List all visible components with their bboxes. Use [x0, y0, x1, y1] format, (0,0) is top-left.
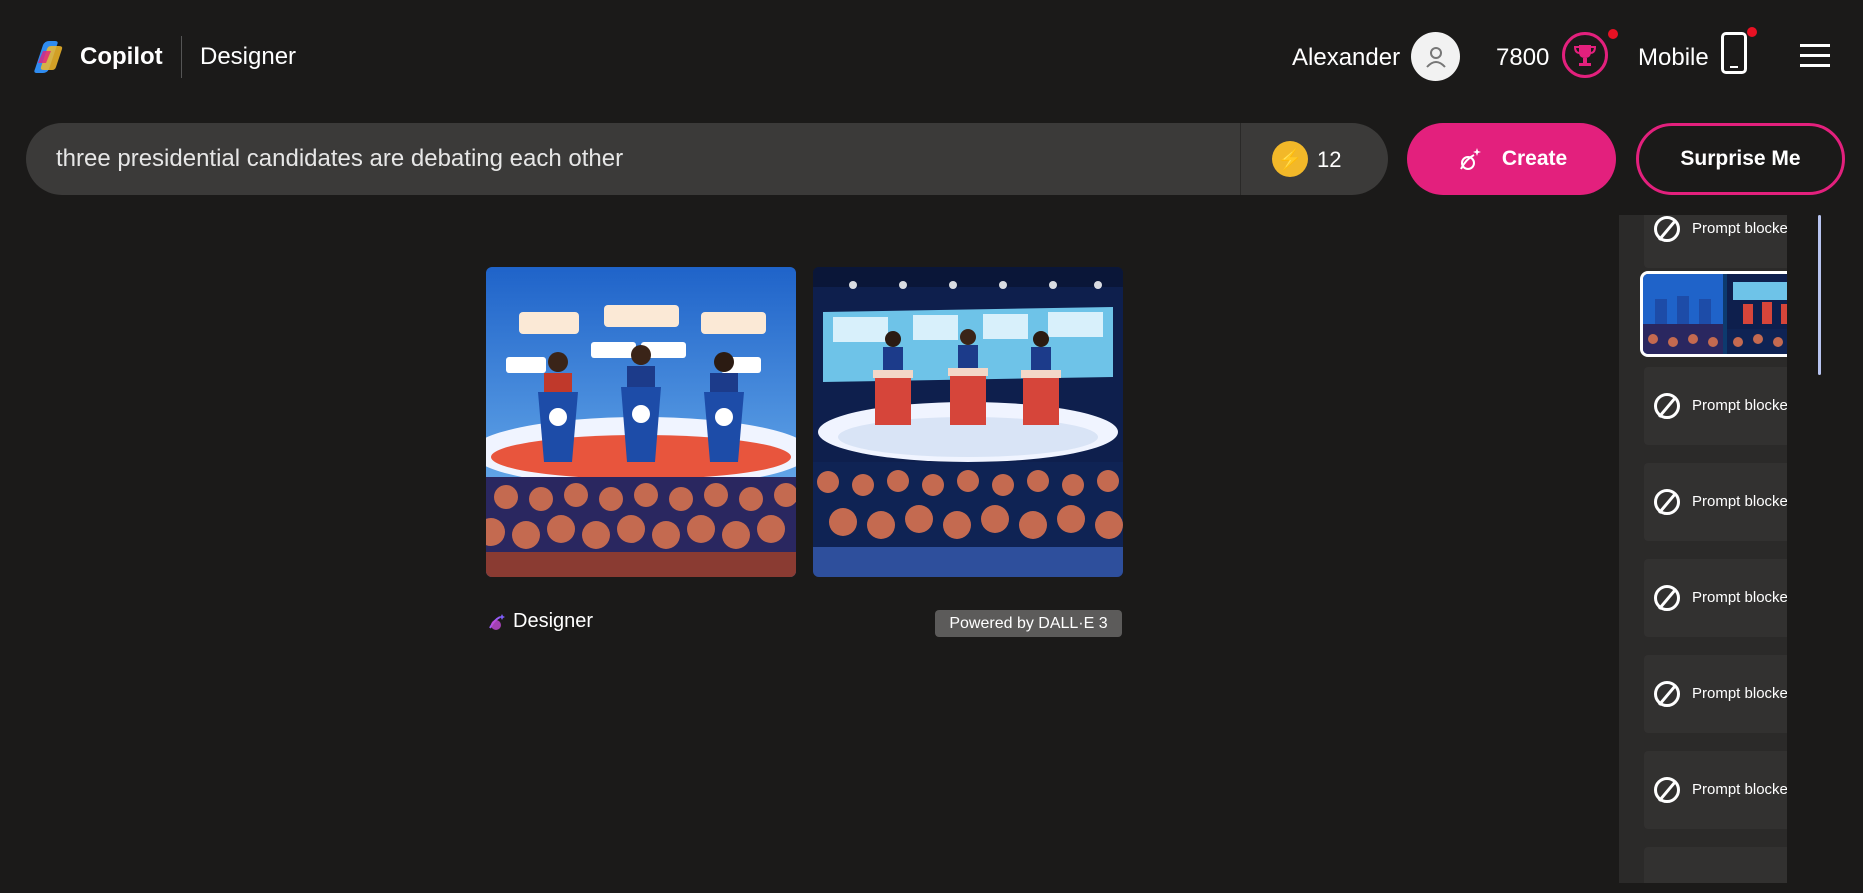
- history-item-label: Prompt blocked: [1692, 781, 1787, 798]
- blocked-icon: [1654, 777, 1680, 803]
- blocked-icon: [1654, 681, 1680, 707]
- brand-divider: [181, 36, 182, 78]
- header: Copilot Designer Alexander 7800 Mobile: [0, 0, 1863, 115]
- prompt-divider: [1240, 123, 1241, 195]
- history-item[interactable]: Prompt blocked: [1644, 463, 1787, 541]
- history-item-label: Prompt blocked: [1692, 685, 1787, 702]
- rewards-button[interactable]: [1562, 32, 1608, 78]
- blocked-icon: [1654, 489, 1680, 515]
- history-item[interactable]: Prompt blocked: [1644, 215, 1787, 268]
- history-item-label: Prompt blocked: [1692, 397, 1787, 414]
- generated-image-1[interactable]: [486, 267, 796, 577]
- prompt-bar: ⚡ 12: [26, 123, 1388, 195]
- history-item-selected[interactable]: [1640, 271, 1787, 357]
- mobile-label[interactable]: Mobile: [1638, 44, 1709, 72]
- product-name[interactable]: Designer: [200, 43, 296, 71]
- avatar[interactable]: [1411, 32, 1460, 81]
- boost-count: 12: [1317, 147, 1342, 172]
- phone-icon[interactable]: [1721, 32, 1747, 74]
- trophy-icon: [1573, 45, 1597, 66]
- designer-footer-label: Designer: [513, 610, 594, 632]
- points-count: 7800: [1496, 44, 1550, 71]
- designer-logo-icon: [489, 613, 505, 630]
- history-item[interactable]: Prompt blocked: [1644, 751, 1787, 829]
- blocked-icon: [1654, 585, 1680, 611]
- user-name[interactable]: Alexander: [1292, 44, 1400, 72]
- prompt-input[interactable]: [56, 142, 1206, 176]
- history-item-label: Prompt blocked: [1692, 220, 1787, 237]
- boost-icon[interactable]: ⚡: [1272, 141, 1308, 177]
- hamburger-menu-icon[interactable]: [1800, 44, 1830, 68]
- create-button-label: Create: [1501, 147, 1568, 170]
- history-scrollbar[interactable]: [1818, 215, 1821, 375]
- copilot-logo-icon[interactable]: [29, 39, 65, 75]
- history-item[interactable]: Prompt blocked: [1644, 367, 1787, 445]
- history-panel: Prompt blocked Prompt blocked Prompt blo…: [1619, 215, 1787, 883]
- surprise-me-button[interactable]: Surprise Me: [1636, 123, 1845, 195]
- blocked-icon: [1654, 216, 1680, 242]
- user-icon: [1425, 46, 1446, 68]
- brand-name[interactable]: Copilot: [80, 43, 163, 71]
- rewards-notification-dot: [1608, 29, 1618, 39]
- mobile-notification-dot: [1747, 27, 1757, 37]
- designer-footer: Designer: [487, 610, 593, 633]
- generated-image-2[interactable]: [813, 267, 1123, 577]
- create-wand-icon: [1459, 148, 1481, 170]
- history-item[interactable]: [1644, 847, 1787, 883]
- history-item[interactable]: Prompt blocked: [1644, 559, 1787, 637]
- powered-by-badge: Powered by DALL·E 3: [935, 610, 1122, 637]
- history-item[interactable]: Prompt blocked: [1644, 655, 1787, 733]
- history-item-label: Prompt blocked: [1692, 493, 1787, 510]
- history-item-label: Prompt blocked: [1692, 589, 1787, 606]
- create-button[interactable]: Create: [1407, 123, 1616, 195]
- blocked-icon: [1654, 393, 1680, 419]
